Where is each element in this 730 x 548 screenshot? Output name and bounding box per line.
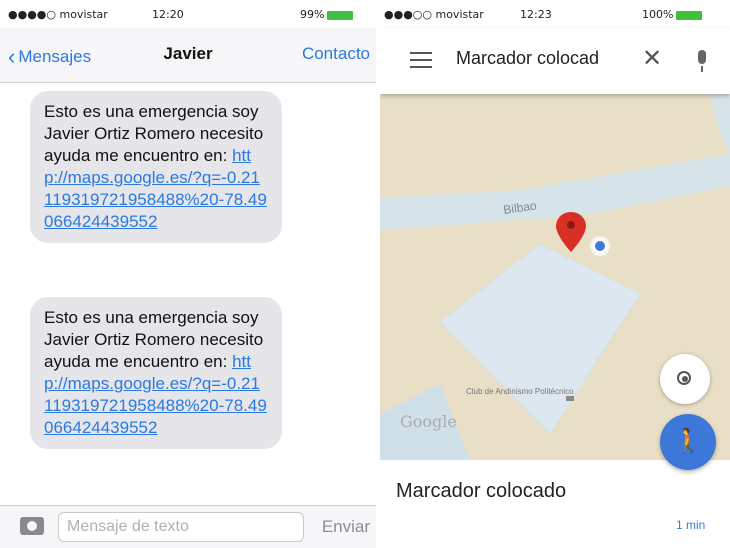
- clock: 12:23: [520, 8, 552, 21]
- place-title: Marcador colocado: [396, 480, 567, 502]
- camera-icon[interactable]: [20, 517, 44, 535]
- google-logo: Google: [400, 412, 457, 431]
- message-input[interactable]: Mensaje de texto: [58, 512, 304, 542]
- compose-bar: Mensaje de texto Enviar: [0, 505, 376, 548]
- battery-label: 99%: [300, 8, 325, 21]
- close-icon[interactable]: ✕: [642, 44, 662, 73]
- my-location-button[interactable]: [660, 354, 710, 404]
- current-location-dot: [593, 239, 607, 253]
- map-canvas: Bilbao Club de Andinismo Politécnico: [380, 94, 730, 460]
- maps-screen: ●●●○○ movistar 12:23 100% Marcador coloc…: [380, 0, 730, 548]
- status-bar: ●●●○○ movistar 12:23 100%: [380, 0, 730, 28]
- eta-label: 1 min: [676, 518, 706, 532]
- message-bubble: Esto es una emergencia soy Javier Ortiz …: [30, 297, 282, 449]
- search-bar[interactable]: Marcador colocad ✕: [380, 28, 730, 94]
- menu-icon[interactable]: [410, 52, 432, 73]
- battery-icon: [327, 10, 354, 20]
- search-input[interactable]: Marcador colocad: [456, 48, 599, 69]
- marker-pin-icon[interactable]: [556, 212, 586, 252]
- road-shape: [710, 94, 730, 154]
- sms-screen: ●●●●○ movistar 12:20 99% ‹ Mensajes Javie…: [0, 0, 376, 548]
- park-area: [439, 243, 641, 435]
- battery-icon: [676, 10, 703, 20]
- carrier-label: ●●●○○ movistar: [384, 8, 484, 21]
- walk-icon: 🚶: [673, 428, 703, 455]
- poi-label: Club de Andinismo Politécnico: [466, 387, 574, 396]
- battery-indicator: 99%: [300, 8, 354, 21]
- message-bubble: Esto es una emergencia soy Javier Ortiz …: [30, 91, 282, 243]
- contact-button[interactable]: Contacto: [302, 44, 370, 64]
- poi-icon: [566, 396, 574, 401]
- walking-directions-button[interactable]: 🚶: [660, 414, 716, 470]
- nav-bar: ‹ Mensajes Javier Contacto: [0, 28, 376, 83]
- status-bar: ●●●●○ movistar 12:20 99%: [0, 0, 376, 28]
- microphone-icon[interactable]: [698, 50, 706, 72]
- map-view[interactable]: Bilbao Club de Andinismo Politécnico: [380, 94, 730, 460]
- battery-label: 100%: [642, 8, 674, 21]
- battery-indicator: 100%: [642, 8, 703, 21]
- carrier-label: ●●●●○ movistar: [8, 8, 108, 21]
- marker-pin-center: [567, 221, 575, 229]
- message-thread[interactable]: Esto es una emergencia soy Javier Ortiz …: [0, 83, 376, 506]
- send-button[interactable]: Enviar: [322, 517, 370, 537]
- message-text: Esto es una emergencia soy Javier Ortiz …: [44, 102, 264, 165]
- road-shape: [380, 154, 730, 230]
- clock: 12:20: [152, 8, 184, 21]
- message-text: Esto es una emergencia soy Javier Ortiz …: [44, 308, 264, 371]
- land-shape: [380, 94, 410, 154]
